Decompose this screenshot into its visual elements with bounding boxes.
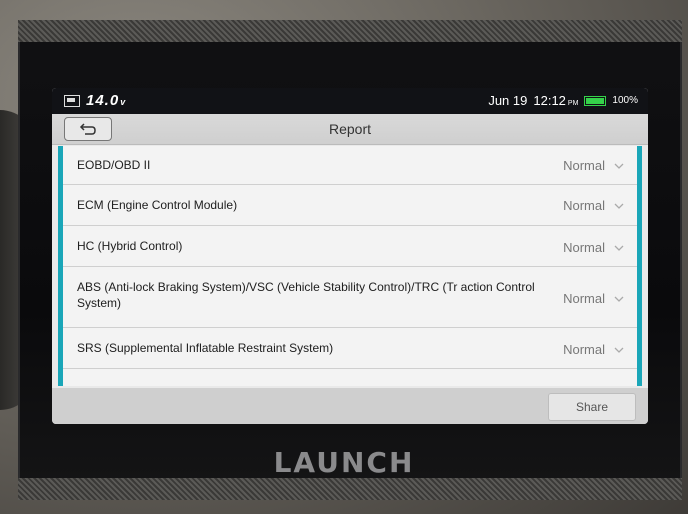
- status-dropdown[interactable]: Normal: [563, 291, 625, 306]
- system-name: ECM (Engine Control Module): [77, 198, 238, 212]
- system-status: Normal: [563, 291, 605, 306]
- status-dropdown[interactable]: Normal: [563, 240, 625, 255]
- list-item[interactable]: SRS (Supplemental Inflatable Restraint S…: [63, 328, 637, 369]
- brand-logo: LAUNCH: [273, 446, 415, 479]
- chevron-down-icon: [614, 347, 624, 353]
- battery-level-fill: [586, 97, 605, 104]
- report-list[interactable]: EOBD/OBD II Normal ECM (Engine Control M…: [58, 146, 642, 386]
- page-title: Report: [328, 121, 372, 137]
- vehicle-battery-icon: [64, 94, 80, 107]
- system-name: EOBD/OBD II: [77, 158, 151, 172]
- list-item[interactable]: ABS (Anti-lock Braking System)/VSC (Vehi…: [63, 267, 637, 328]
- time-ampm: PM: [567, 100, 579, 107]
- system-status: Normal: [563, 240, 605, 255]
- knurled-edge-bottom: [18, 478, 682, 500]
- chevron-down-icon: [614, 203, 624, 209]
- list-item[interactable]: HC (Hybrid Control) Normal: [63, 226, 637, 267]
- status-time: 12:12 PM: [533, 93, 578, 108]
- system-status: Normal: [563, 198, 605, 213]
- status-left: 14.0v: [64, 92, 126, 109]
- chevron-down-icon: [614, 245, 624, 251]
- system-name: ABS (Anti-lock Braking System)/VSC (Vehi…: [77, 280, 535, 310]
- battery-percent: 100%: [612, 95, 638, 106]
- title-bar: Report: [52, 114, 648, 145]
- knurled-edge-top: [18, 20, 682, 42]
- voltage-value: 14.0: [86, 92, 120, 109]
- status-dropdown[interactable]: Normal: [563, 158, 625, 173]
- list-item[interactable]: ECM (Engine Control Module) Normal: [63, 185, 637, 226]
- status-dropdown[interactable]: Normal: [563, 198, 625, 213]
- status-bar: 14.0v Jun 19 12:12 PM 100%: [52, 88, 648, 114]
- status-dropdown[interactable]: Normal: [563, 342, 625, 357]
- device-screen: 14.0v Jun 19 12:12 PM 100% Report EOBD/OB…: [52, 88, 648, 424]
- status-date: Jun 19: [488, 93, 528, 108]
- chevron-down-icon: [614, 296, 624, 302]
- battery-icon: [584, 95, 607, 106]
- system-name: SRS (Supplemental Inflatable Restraint S…: [77, 341, 334, 355]
- chevron-down-icon: [614, 163, 624, 169]
- system-name: HC (Hybrid Control): [77, 239, 183, 253]
- battery-voltage: 14.0v: [86, 92, 126, 109]
- list-item[interactable]: EOBD/OBD II Normal: [63, 146, 637, 185]
- voltage-unit: v: [120, 97, 127, 107]
- share-button[interactable]: Share: [548, 393, 636, 421]
- status-right: Jun 19 12:12 PM 100%: [488, 93, 638, 108]
- time-value: 12:12: [533, 93, 566, 108]
- system-status: Normal: [563, 342, 605, 357]
- system-status: Normal: [563, 158, 605, 173]
- footer-bar: Share: [52, 388, 648, 424]
